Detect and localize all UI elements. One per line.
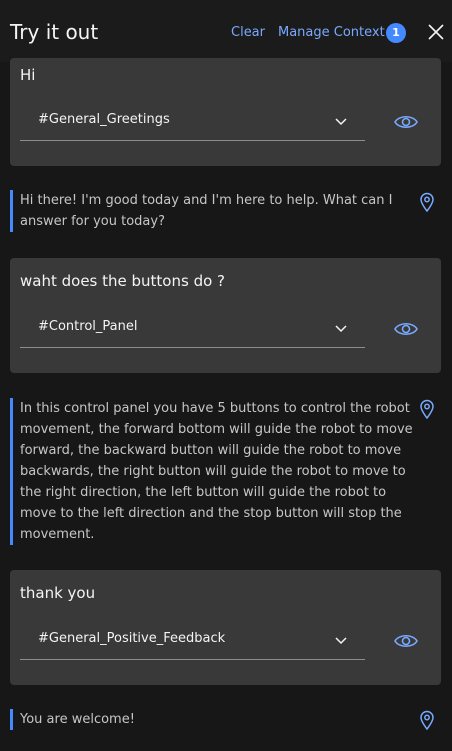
- assistant-response-text: You are welcome!: [20, 712, 135, 727]
- user-message-text: waht does the buttons do ?: [20, 272, 225, 290]
- chevron-down-icon: [335, 118, 347, 126]
- intent-value: #General_Greetings: [38, 112, 170, 127]
- location-pin-icon[interactable]: [419, 399, 435, 419]
- assistant-response: Hi there! I'm good today and I'm here to…: [10, 190, 413, 232]
- location-pin-icon[interactable]: [419, 710, 435, 730]
- chevron-down-icon: [335, 325, 347, 333]
- panel-header: Try it out Clear Manage Context 1: [0, 0, 452, 62]
- assistant-response: In this control panel you have 5 buttons…: [10, 398, 413, 545]
- eye-icon[interactable]: [394, 631, 418, 651]
- user-message-text: Hi: [20, 66, 36, 84]
- user-message-card: thank you #General_Positive_Feedback: [10, 570, 441, 685]
- panel-title: Try it out: [10, 20, 99, 44]
- assistant-response-text: Hi there! I'm good today and I'm here to…: [20, 193, 393, 229]
- location-pin-icon[interactable]: [419, 192, 435, 212]
- intent-dropdown[interactable]: #Control_Panel: [20, 309, 365, 348]
- manage-context-button[interactable]: Manage Context: [278, 25, 385, 40]
- close-icon[interactable]: [426, 22, 446, 42]
- intent-dropdown[interactable]: #General_Greetings: [20, 102, 365, 141]
- eye-icon[interactable]: [394, 112, 418, 132]
- user-message-card: waht does the buttons do ? #Control_Pane…: [10, 258, 441, 373]
- chevron-down-icon: [335, 637, 347, 645]
- intent-value: #General_Positive_Feedback: [38, 631, 226, 646]
- intent-dropdown[interactable]: #General_Positive_Feedback: [20, 621, 365, 660]
- clear-button[interactable]: Clear: [231, 25, 265, 40]
- eye-icon[interactable]: [394, 319, 418, 339]
- assistant-response-text: In this control panel you have 5 buttons…: [20, 401, 413, 542]
- context-count-badge: 1: [386, 23, 406, 43]
- assistant-response: You are welcome!: [10, 709, 413, 730]
- intent-value: #Control_Panel: [38, 319, 138, 334]
- user-message-card: Hi #General_Greetings: [10, 58, 441, 166]
- user-message-text: thank you: [20, 584, 96, 602]
